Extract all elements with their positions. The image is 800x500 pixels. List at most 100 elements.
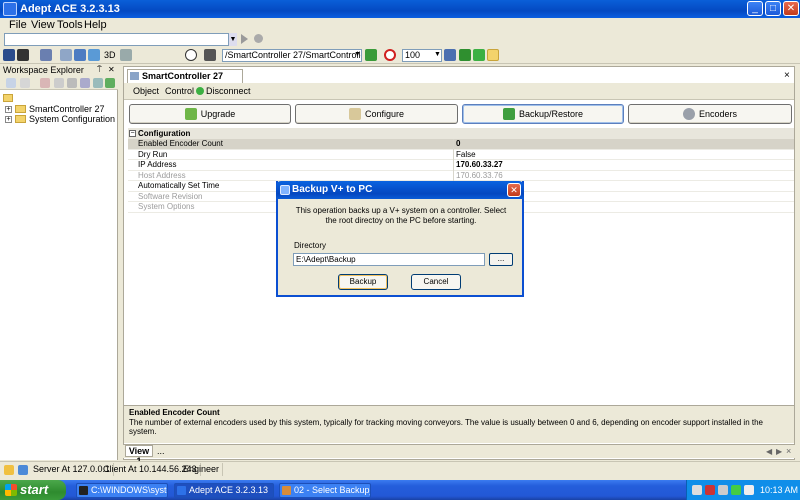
close-icon[interactable]: ✕ <box>108 65 115 74</box>
scroll-left-icon[interactable]: ◀ <box>766 447 772 456</box>
window-title-bar[interactable]: Adept ACE 3.2.3.13 <box>0 0 800 18</box>
property-row[interactable]: Enabled Encoder Count 0 <box>128 139 794 150</box>
chevron-down-icon[interactable]: ▼ <box>434 51 441 58</box>
new-icon[interactable] <box>6 78 16 88</box>
maximize-button[interactable]: □ <box>765 1 781 16</box>
upgrade-button[interactable]: Upgrade <box>129 104 291 124</box>
chevron-down-icon[interactable]: ▼ <box>228 33 237 46</box>
browse-button[interactable]: ... <box>489 253 513 266</box>
save-icon[interactable] <box>3 49 15 61</box>
run-icon[interactable] <box>241 34 248 44</box>
dialog-title: Backup V+ to PC <box>292 184 373 195</box>
property-row[interactable]: Dry Run False <box>128 149 794 160</box>
delete-icon[interactable] <box>40 78 50 88</box>
folder-icon[interactable] <box>487 49 499 61</box>
directory-input[interactable]: E:\Adept\Backup <box>293 253 485 266</box>
menu-help[interactable]: Help <box>84 18 107 32</box>
backup-icon <box>502 108 515 120</box>
find-icon[interactable] <box>17 49 29 61</box>
image-icon <box>282 486 291 495</box>
refresh-icon[interactable] <box>105 78 115 88</box>
close-view-icon[interactable]: × <box>786 446 791 456</box>
search-icon[interactable] <box>93 78 103 88</box>
power-icon[interactable] <box>384 49 396 61</box>
monitor-icon[interactable] <box>60 49 72 61</box>
collapse-icon[interactable]: − <box>129 130 136 137</box>
property-name: Automatically Set Time <box>138 181 220 190</box>
tree-item-system-configuration[interactable]: + System Configuration <box>5 114 115 124</box>
expand-icon[interactable]: + <box>5 105 12 113</box>
controller-path-select[interactable]: /SmartController 27/SmartController 27 <box>222 49 362 62</box>
chevron-down-icon[interactable]: ▼ <box>354 51 361 58</box>
close-document-icon[interactable]: × <box>784 70 790 81</box>
taskbar-item-adept-ace[interactable]: Adept ACE 3.2.3.13 <box>174 483 274 498</box>
property-name: Dry Run <box>138 149 168 159</box>
property-value[interactable]: 0 <box>456 139 460 149</box>
description-text: The number of external encoders used by … <box>129 418 763 436</box>
connect-icon[interactable] <box>40 49 52 61</box>
emergency-icon[interactable] <box>185 49 197 61</box>
tray-app-icon[interactable] <box>744 485 754 495</box>
scroll-right-icon[interactable]: ▶ <box>776 447 782 456</box>
property-group-header[interactable]: Configuration <box>128 128 794 139</box>
configure-icon <box>348 108 361 120</box>
app-icon <box>177 486 186 495</box>
encoders-button[interactable]: Encoders <box>628 104 792 124</box>
menu-object[interactable]: Object <box>133 84 159 98</box>
view-3d-button[interactable]: 3D <box>104 49 116 61</box>
tree-item-smartcontroller[interactable]: + SmartController 27 <box>5 104 105 114</box>
property-name: Host Address <box>138 170 186 180</box>
menu-file[interactable]: File <box>9 18 27 32</box>
panel-icon[interactable] <box>120 49 132 61</box>
more-views-button[interactable]: ... <box>157 446 165 456</box>
taskbar-clock[interactable]: 10:13 AM <box>760 484 798 496</box>
close-window-button[interactable]: ✕ <box>783 1 799 16</box>
view-tab-1[interactable]: View 1 <box>125 445 153 466</box>
command-input[interactable] <box>4 33 236 46</box>
backup-button[interactable]: Backup <box>338 274 388 290</box>
jog-icon[interactable] <box>444 49 456 61</box>
menu-view[interactable]: View <box>31 18 55 32</box>
io-icon[interactable] <box>459 49 471 61</box>
network-icon[interactable] <box>692 485 702 495</box>
menu-control[interactable]: Control <box>165 84 194 98</box>
windows-logo-icon <box>5 484 17 496</box>
gear-icon <box>682 108 695 120</box>
layout-icon[interactable] <box>88 49 100 61</box>
dialog-message: This operation backs up a V+ system on a… <box>295 206 507 225</box>
property-value: 170.60.33.76 <box>456 170 503 180</box>
security-icon[interactable] <box>705 485 715 495</box>
refresh-icon[interactable] <box>204 49 216 61</box>
document-tab[interactable]: SmartController 27 <box>127 69 243 83</box>
property-value[interactable]: 170.60.33.27 <box>456 160 503 170</box>
pin-icon[interactable]: ⍑ <box>97 65 102 75</box>
workspace-root-folder-icon[interactable] <box>3 94 13 102</box>
menu-tools[interactable]: Tools <box>57 18 83 32</box>
configure-button[interactable]: Configure <box>295 104 458 124</box>
tray-app-icon[interactable] <box>731 485 741 495</box>
taskbar-item-cmd[interactable]: C:\WINDOWS\syste... <box>76 483 168 498</box>
stop-icon[interactable] <box>254 34 263 43</box>
window-icon[interactable] <box>74 49 86 61</box>
tree-item-label: System Configuration <box>29 114 116 124</box>
property-value[interactable]: False <box>456 150 476 160</box>
vision-icon[interactable] <box>473 49 485 61</box>
property-name: System Options <box>138 202 195 211</box>
taskbar-item-image[interactable]: 02 - Select Backup_R... <box>279 483 371 498</box>
volume-icon[interactable] <box>718 485 728 495</box>
dialog-title-bar[interactable]: Backup V+ to PC <box>276 181 524 199</box>
backup-restore-button[interactable]: Backup/Restore <box>462 104 624 124</box>
dialog-close-button[interactable]: ✕ <box>507 183 521 197</box>
expand-icon[interactable]: + <box>5 115 12 123</box>
properties-icon[interactable] <box>80 78 90 88</box>
disconnect-button[interactable]: Disconnect <box>206 84 251 98</box>
paste-icon[interactable] <box>67 78 77 88</box>
minimize-button[interactable]: _ <box>747 1 763 16</box>
move-icon[interactable] <box>365 49 377 61</box>
warning-icon <box>4 465 14 475</box>
property-row: Host Address 170.60.33.76 <box>128 170 794 181</box>
cancel-button[interactable]: Cancel <box>411 274 461 290</box>
add-icon[interactable] <box>20 78 30 88</box>
property-row[interactable]: IP Address 170.60.33.27 <box>128 160 794 171</box>
copy-icon[interactable] <box>54 78 64 88</box>
